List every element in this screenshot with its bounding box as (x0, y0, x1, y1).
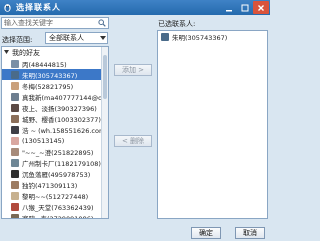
avatar-icon (11, 180, 19, 189)
avatar-icon (11, 103, 19, 112)
avatar-icon (11, 114, 19, 123)
contact-name: 黎明~~(512727448) (22, 192, 89, 201)
contact-list[interactable]: 我的好友 丙(48444815) 朱明(305743367) 冬梅(52821795… (1, 46, 109, 219)
maximize-icon (241, 4, 249, 11)
ok-button-label: 确定 (199, 229, 213, 237)
avatar-icon (11, 158, 19, 167)
contact-row[interactable]: 广州制卡厂(1182179108) (2, 157, 102, 168)
add-button-label: 添加 > (121, 66, 145, 74)
remove-button-label: < 删除 (121, 137, 145, 145)
scope-dropdown[interactable]: 全部联系人 (45, 32, 108, 44)
contact-row[interactable]: 朱明(305743367) (2, 69, 102, 80)
avatar-icon (11, 59, 19, 68)
avatar-icon (11, 81, 19, 90)
expand-triangle-icon[interactable] (4, 50, 9, 55)
group-header-my-friends[interactable]: 我的好友 (2, 47, 108, 58)
ok-button[interactable]: 确定 (191, 227, 221, 239)
search-input[interactable] (4, 18, 94, 28)
contact-row[interactable]: 朱明(305743367) (158, 31, 267, 42)
scope-selected-value: 全部联系人 (49, 34, 84, 42)
contact-row[interactable]: 丙(48444815) (2, 58, 102, 69)
avatar-icon (11, 125, 19, 134)
scope-label: 选择范围: (2, 36, 33, 44)
contact-row[interactable]: (130513145) (2, 135, 102, 146)
avatar-icon (11, 92, 19, 101)
search-box (1, 17, 109, 29)
contact-name: 八猴_天堂(763362439) (22, 203, 94, 212)
selected-contact-list[interactable]: 朱明(305743367) (157, 30, 268, 219)
penguin-logo-icon (4, 4, 11, 12)
contact-name: 朱明(305743367) (22, 71, 78, 80)
maximize-button[interactable] (237, 1, 253, 14)
avatar-icon (11, 70, 19, 79)
contact-row[interactable]: 冬梅(52821795) (2, 80, 102, 91)
avatar-icon (161, 32, 169, 41)
contact-name: 浩 ~ (wh.158551626.com (22, 126, 102, 135)
contact-list-scrollbar[interactable] (101, 47, 108, 218)
avatar-icon (11, 136, 19, 145)
contact-name: 广州制卡厂(1182179108) (22, 159, 101, 168)
contact-name: 朱明(305743367) (172, 33, 228, 42)
contact-name: 沉鱼落雁(495978753) (22, 170, 91, 179)
contact-row[interactable]: 沉鱼落雁(495978753) (2, 168, 102, 179)
contact-name: (130513145) (22, 136, 65, 145)
contact-row[interactable]: 城野、樱香(1003302377) (2, 113, 102, 124)
contact-row[interactable]: 夜上、淡扬(390327396) (2, 102, 102, 113)
group-label: 我的好友 (12, 48, 40, 57)
minimize-button[interactable] (221, 1, 237, 14)
avatar-icon (11, 147, 19, 156)
contact-name: 夜上、淡扬(390327396) (22, 104, 97, 113)
contact-name: 冬梅(52821795) (22, 82, 74, 91)
avatar-icon (11, 191, 19, 200)
window-title: 选择联系人 (16, 3, 61, 12)
minimize-icon (226, 9, 232, 11)
title-bar: 选择联系人 (0, 0, 270, 15)
cancel-button-label: 取消 (243, 229, 257, 237)
contact-row[interactable]: 黎明~~(512727448) (2, 190, 102, 201)
search-icon[interactable] (98, 19, 106, 27)
contact-name: 丙(48444815) (22, 60, 67, 69)
contact-name: 真我新(ma407777144@qq.c (22, 93, 102, 102)
contact-name: "~~_~澄(251822895) (22, 148, 94, 157)
contact-row[interactable]: 寒鸦~泰(2729091086) (2, 212, 102, 219)
cancel-button[interactable]: 取消 (235, 227, 265, 239)
contact-row[interactable]: "~~_~澄(251822895) (2, 146, 102, 157)
contact-row[interactable]: 浩 ~ (wh.158551626.com (2, 124, 102, 135)
contact-name: 寒鸦~泰(2729091086) (22, 214, 94, 219)
contact-row[interactable]: 八猴_天堂(763362439) (2, 201, 102, 212)
avatar-icon (11, 202, 19, 211)
contact-name: 独钓(471309113) (22, 181, 78, 190)
close-button[interactable] (253, 1, 269, 14)
contact-row[interactable]: 真我新(ma407777144@qq.c (2, 91, 102, 102)
chevron-down-icon[interactable] (98, 33, 107, 43)
selected-contacts-label: 已选联系人: (158, 20, 196, 28)
close-icon (258, 4, 264, 11)
add-button[interactable]: 添加 > (114, 64, 152, 76)
remove-button[interactable]: < 删除 (114, 135, 152, 147)
contact-name: 城野、樱香(1003302377) (22, 115, 101, 124)
avatar-icon (11, 169, 19, 178)
scrollbar-thumb[interactable] (103, 55, 107, 99)
avatar-icon (11, 213, 19, 218)
contact-row[interactable]: 独钓(471309113) (2, 179, 102, 190)
